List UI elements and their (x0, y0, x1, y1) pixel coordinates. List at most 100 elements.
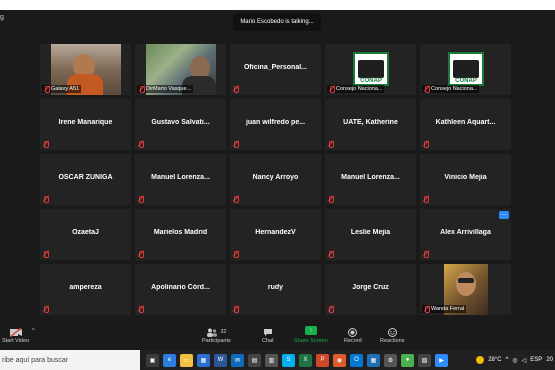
excel-icon[interactable]: X (299, 353, 312, 367)
participant-name: Leslie Mejia (350, 229, 391, 236)
start-video-button[interactable]: Start Video (2, 326, 29, 344)
clock[interactable]: 20 (546, 357, 553, 363)
conap-logo: CONAP (353, 52, 389, 86)
participant-tile[interactable]: ... Alex Arrivillaga (420, 209, 511, 260)
participant-tile[interactable]: OSCAR ZUÑIGA (40, 154, 131, 205)
video-off-icon (9, 326, 22, 338)
mic-muted-icon (233, 306, 239, 313)
folder-icon[interactable]: ▭ (180, 353, 193, 367)
participant-name: ampereza (69, 284, 102, 291)
outlook-icon[interactable]: O (350, 353, 363, 367)
pinned-apps: ▣ e ▭ ▦ W ✉ ▤ ▥ S X P ◉ O ▦ ⚙ ● ▨ ▶ (146, 353, 448, 367)
volume-icon[interactable]: ◁ (522, 357, 527, 364)
video-options-caret[interactable]: ^ (32, 328, 35, 334)
taskbar-search[interactable]: ribe aquí para buscar (0, 350, 140, 370)
mail-icon[interactable]: ✉ (231, 353, 244, 367)
participant-name: Alex Arrivillaga (440, 229, 491, 236)
participant-tile[interactable]: Manuel Lorenza... (325, 154, 416, 205)
mic-muted-icon (328, 306, 334, 313)
participant-tile[interactable]: ampereza (40, 264, 131, 315)
participant-name: Kathleen Aquart... (435, 119, 496, 126)
mic-muted-icon (138, 196, 144, 203)
meeting-toolbar: Start Video ^ 32 Participants Chat ↑ Sha… (0, 322, 555, 350)
mic-muted-icon (233, 86, 239, 93)
participant-tile[interactable]: UATE, Katherine (325, 99, 416, 150)
participant-name: juan wilfredo pe... (245, 119, 306, 126)
mic-muted-icon (233, 196, 239, 203)
logo-image (453, 60, 479, 78)
chrome-icon[interactable]: ● (401, 353, 414, 367)
mic-muted-icon (233, 141, 239, 148)
participant-tile[interactable]: Gustavo Salvati... (135, 99, 226, 150)
participant-tile[interactable]: CONAP Consejo Naciona... (325, 44, 416, 95)
word-icon[interactable]: W (214, 353, 227, 367)
participant-tile[interactable]: DirMario Vasque... (135, 44, 226, 95)
title-strip (0, 0, 555, 10)
mic-muted-icon (328, 251, 334, 258)
participant-tile[interactable]: Leslie Mejia (325, 209, 416, 260)
chevron-up-icon: ^ (32, 328, 35, 334)
participant-tile[interactable]: Apolinario Córd... (135, 264, 226, 315)
participant-tile[interactable]: Manuel Lorenza... (135, 154, 226, 205)
participant-tile[interactable]: juan wilfredo pe... (230, 99, 321, 150)
participant-name: HernandezV (255, 229, 296, 236)
record-button[interactable]: Record (344, 326, 362, 344)
mic-muted-icon (138, 306, 144, 313)
more-options-button[interactable]: ... (499, 211, 509, 219)
participant-name: Vinicio Mejia (444, 174, 487, 181)
tray-chevron-icon[interactable]: ^ (506, 357, 509, 363)
face-image (456, 272, 476, 296)
smiley-icon (387, 326, 397, 338)
participant-tile[interactable]: Wanda Ferral (420, 264, 511, 315)
edge-icon[interactable]: e (163, 353, 176, 367)
powerpoint-icon[interactable]: P (316, 353, 329, 367)
calendar-icon[interactable]: ▦ (367, 353, 380, 367)
sunglasses-image (458, 278, 474, 283)
participant-tile[interactable]: Oficina_Personal... (230, 44, 321, 95)
settings-icon[interactable]: ⚙ (384, 353, 397, 367)
zoom-icon[interactable]: ▶ (435, 353, 448, 367)
store-icon[interactable]: ▦ (197, 353, 210, 367)
language-indicator[interactable]: ESP (530, 357, 542, 363)
share-screen-button[interactable]: ↑ Share Screen (294, 326, 328, 344)
participant-tile[interactable]: HernandezV (230, 209, 321, 260)
calculator-icon[interactable]: ▥ (265, 353, 278, 367)
windows-taskbar: ribe aquí para buscar ▣ e ▭ ▦ W ✉ ▤ ▥ S … (0, 350, 555, 370)
participant-tile[interactable]: rudy (230, 264, 321, 315)
participant-tile[interactable]: OzaetaJ (40, 209, 131, 260)
participant-tile[interactable]: Jorge Cruz (325, 264, 416, 315)
browser-icon[interactable]: ◉ (333, 353, 346, 367)
mic-muted-icon (423, 251, 429, 258)
mic-muted-icon (43, 141, 49, 148)
participant-label: Galaxy A51 (42, 85, 82, 93)
participant-tile[interactable]: CONAP Consejo Naciona... (420, 44, 511, 95)
mic-muted-icon (424, 86, 430, 93)
participant-tile[interactable]: Marielos Madrid (135, 209, 226, 260)
participant-name: Manuel Lorenza... (151, 174, 210, 181)
network-icon[interactable]: ◎ (512, 357, 517, 364)
participant-name: Irene Manarique (58, 119, 113, 126)
participant-name: Oficina_Personal... (243, 64, 308, 71)
participants-button[interactable]: 32 Participants (202, 326, 231, 344)
mic-muted-icon (233, 251, 239, 258)
reactions-button[interactable]: Reactions (380, 326, 404, 344)
left-edge-text: g (0, 14, 4, 21)
temperature[interactable]: 28°C (488, 357, 501, 363)
photos-icon[interactable]: ▤ (248, 353, 261, 367)
weather-sun-icon (476, 356, 485, 364)
mic-muted-icon (44, 86, 50, 93)
zoom-meeting-window: g Mario Escobedo is talking... Galaxy A5… (0, 0, 555, 370)
participant-tile[interactable]: Kathleen Aquart... (420, 99, 511, 150)
participant-tile[interactable]: Irene Manarique (40, 99, 131, 150)
participant-tile[interactable]: Galaxy A51 (40, 44, 131, 95)
chat-button[interactable]: Chat (262, 326, 274, 344)
mic-muted-icon (328, 141, 334, 148)
task-view-icon[interactable]: ▣ (146, 353, 159, 367)
skype-icon[interactable]: S (282, 353, 295, 367)
mic-muted-icon (139, 86, 145, 93)
photo-viewer-icon[interactable]: ▨ (418, 353, 431, 367)
conap-logo: CONAP (448, 52, 484, 86)
mic-muted-icon (424, 306, 430, 313)
participant-tile[interactable]: Vinicio Mejia (420, 154, 511, 205)
participant-tile[interactable]: Nancy Arroyo (230, 154, 321, 205)
